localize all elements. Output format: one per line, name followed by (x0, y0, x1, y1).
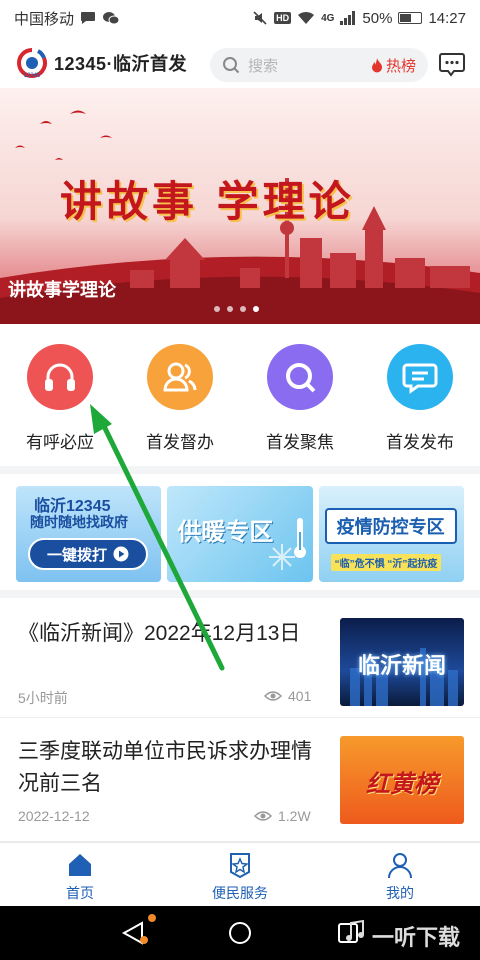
quick-menu-item-focus[interactable]: 首发聚焦 (240, 332, 360, 462)
epidemic-card[interactable]: 疫情防控专区 “临”危不惧 “沂”起抗疫 (318, 486, 464, 582)
promo-cards: 临沂12345 随时随地找政府 一键拨打 供暖专区 疫情防控专区 “临”危不惧 … (16, 486, 464, 582)
watermark-text: 一听下载 (372, 925, 461, 950)
music-note-icon (346, 919, 364, 941)
network-type: 4G (321, 12, 335, 24)
news-views: 401 (264, 688, 311, 704)
tab-label: 首页 (66, 885, 94, 901)
flame-icon (371, 57, 382, 72)
quick-menu: 有呼必应 首发督办 首发聚焦 首发发布 (0, 332, 480, 462)
news-item[interactable]: 三季度联动单位市民诉求办理情况前三名 2022-12-12 1.2W 红黄榜 (0, 718, 480, 842)
svg-text:12345: 12345 (24, 73, 41, 79)
quick-menu-item-supervise[interactable]: 首发督办 (120, 332, 240, 462)
hotline-subtitle: 随时随地找政府 (30, 514, 128, 530)
people-icon (147, 344, 213, 410)
chat-bubble-icon (81, 12, 96, 24)
news-thumb-text: 临沂新闻 (357, 653, 446, 678)
bottom-tab-bar: 首页 便民服务 我的 (0, 842, 480, 906)
wifi-icon (298, 11, 315, 24)
quick-menu-label: 首发发布 (386, 433, 454, 452)
section-divider (0, 590, 480, 598)
epidemic-label-box: 疫情防控专区 (324, 508, 457, 544)
person-icon (388, 853, 412, 879)
carousel-dot[interactable] (240, 306, 246, 312)
service-badge-icon (230, 853, 250, 879)
tab-home[interactable]: 首页 (0, 843, 160, 906)
epidemic-slogan: “临”危不惧 “沂”起抗疫 (330, 554, 442, 571)
notification-dot (140, 936, 148, 944)
heating-card[interactable]: 供暖专区 (167, 486, 313, 582)
search-icon (267, 344, 333, 410)
home-button-icon[interactable] (226, 919, 254, 947)
app-logo-icon: 12345 (17, 48, 47, 79)
quick-menu-label: 首发聚焦 (266, 433, 334, 452)
banner-carousel[interactable]: 讲故事 学理论 讲故事学理论 (0, 88, 480, 324)
carrier-label: 中国移动 (14, 10, 75, 28)
hotline-card[interactable]: 临沂12345 随时随地找政府 一键拨打 (16, 486, 162, 582)
news-time: 5小时前 (18, 690, 68, 706)
news-views: 1.2W (254, 808, 311, 824)
dial-button[interactable]: 一键拨打 (28, 538, 148, 570)
carousel-dot[interactable] (214, 306, 220, 312)
tab-services[interactable]: 便民服务 (160, 843, 320, 906)
eye-icon (264, 691, 282, 701)
notification-dot (148, 914, 156, 922)
news-title: 《临沂新闻》2022年12月13日 (18, 622, 301, 645)
carousel-dot[interactable] (227, 306, 233, 312)
tab-label: 我的 (386, 885, 414, 901)
hd-badge-icon: HD (274, 12, 292, 24)
play-icon (113, 546, 129, 562)
news-title: 三季度联动单位市民诉求办理情况前三名 (18, 740, 312, 795)
epidemic-label: 疫情防控专区 (336, 517, 445, 537)
wechat-icon (103, 12, 120, 25)
tab-profile[interactable]: 我的 (320, 843, 480, 906)
system-nav-bar: 一听下载 (0, 906, 480, 960)
news-view-count: 401 (288, 688, 312, 704)
eye-icon (254, 811, 272, 821)
search-icon (223, 57, 240, 74)
tab-label: 便民服务 (212, 885, 268, 901)
thermometer-icon (294, 518, 307, 558)
hot-list-label: 热榜 (385, 57, 416, 75)
quick-menu-item-respond[interactable]: 有呼必应 (0, 332, 120, 462)
news-thumb-text: 红黄榜 (366, 771, 438, 798)
banner-caption: 讲故事学理论 (8, 280, 116, 300)
news-thumbnail: 红黄榜 (340, 736, 464, 824)
section-divider (0, 466, 480, 474)
search-bar[interactable]: 搜索 热榜 (210, 48, 428, 82)
quick-menu-item-publish[interactable]: 首发发布 (360, 332, 480, 462)
clock: 14:27 (428, 9, 466, 27)
app-title: 12345·临沂首发 (54, 54, 188, 74)
hot-list-button[interactable]: 热榜 (371, 55, 416, 76)
search-placeholder: 搜索 (248, 57, 279, 75)
message-icon[interactable] (438, 50, 466, 78)
carousel-indicator (214, 306, 259, 312)
app-header: 12345 12345·临沂首发 搜索 热榜 (0, 38, 480, 88)
mute-icon (253, 11, 267, 25)
news-thumbnail: 临沂新闻 (340, 618, 464, 706)
dial-button-label: 一键拨打 (46, 546, 107, 564)
status-bar: 中国移动 HD 4G 50% 14:27 (0, 0, 480, 36)
home-icon (69, 854, 91, 876)
news-time: 2022-12-12 (18, 808, 90, 824)
heating-label: 供暖专区 (177, 519, 274, 546)
news-view-count: 1.2W (278, 808, 311, 824)
quick-menu-label: 首发督办 (146, 433, 214, 452)
signal-icon (340, 11, 356, 25)
carousel-dot-active[interactable] (253, 306, 259, 312)
quick-menu-label: 有呼必应 (26, 433, 94, 452)
news-item[interactable]: 《临沂新闻》2022年12月13日 5小时前 401 临沂新闻 (0, 598, 480, 718)
banner-headline: 讲故事 学理论 (60, 177, 355, 226)
battery-icon (398, 12, 423, 24)
battery-percent: 50% (362, 9, 393, 27)
headset-icon (27, 344, 93, 410)
message-icon (387, 344, 453, 410)
